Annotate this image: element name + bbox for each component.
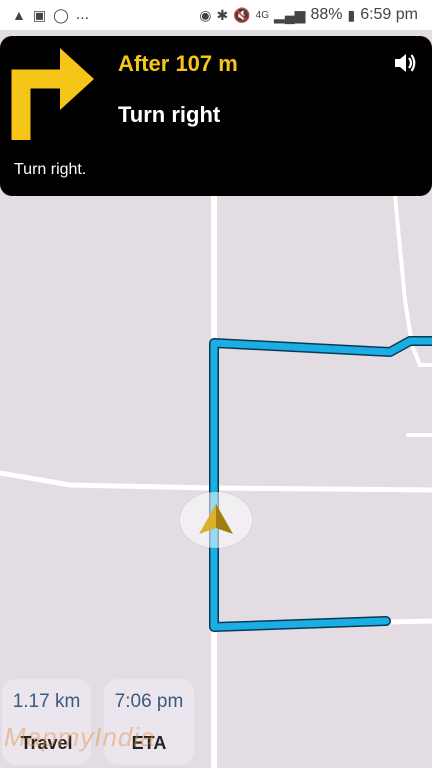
maneuver-instruction: Turn right — [118, 102, 221, 127]
eta-value: 7:06 pm — [114, 691, 184, 712]
status-left: ▲ ▣ ◯ ... — [12, 6, 89, 24]
volume-icon[interactable] — [392, 50, 418, 76]
more-notifications: ... — [75, 6, 90, 23]
signal-icon: ▂▄▆ — [273, 7, 306, 23]
travel-distance-value: 1.17 km — [12, 691, 81, 712]
status-right: ◉ ✱ 🔇 4G ▂▄▆ 88% ▮ 6:59 pm — [199, 6, 418, 24]
turn-instruction-card[interactable]: After 107 m Turn right Turn right. — [0, 36, 432, 196]
location-icon: ◉ — [199, 7, 212, 23]
battery-percent: 88% — [310, 6, 343, 23]
mute-icon: 🔇 — [233, 7, 251, 23]
turn-right-arrow-icon — [11, 48, 94, 140]
circle-icon: ◯ — [53, 7, 69, 23]
voice-instruction-text: Turn right. — [14, 161, 87, 178]
image-icon: ▣ — [32, 7, 47, 23]
location-arrow-icon — [199, 504, 233, 534]
status-bar: ▲ ▣ ◯ ... ◉ ✱ 🔇 4G ▂▄▆ 88% ▮ 6:59 pm — [0, 0, 432, 30]
navigation-icon: ▲ — [12, 7, 26, 23]
clock: 6:59 pm — [360, 6, 418, 23]
mapmyindia-watermark: MapmyIndia — [4, 722, 156, 752]
network-type: 4G — [255, 9, 269, 21]
bluetooth-icon: ✱ — [216, 7, 229, 23]
maneuver-distance: After 107 m — [118, 51, 238, 76]
battery-icon: ▮ — [347, 7, 356, 23]
road-south-east — [385, 618, 432, 625]
